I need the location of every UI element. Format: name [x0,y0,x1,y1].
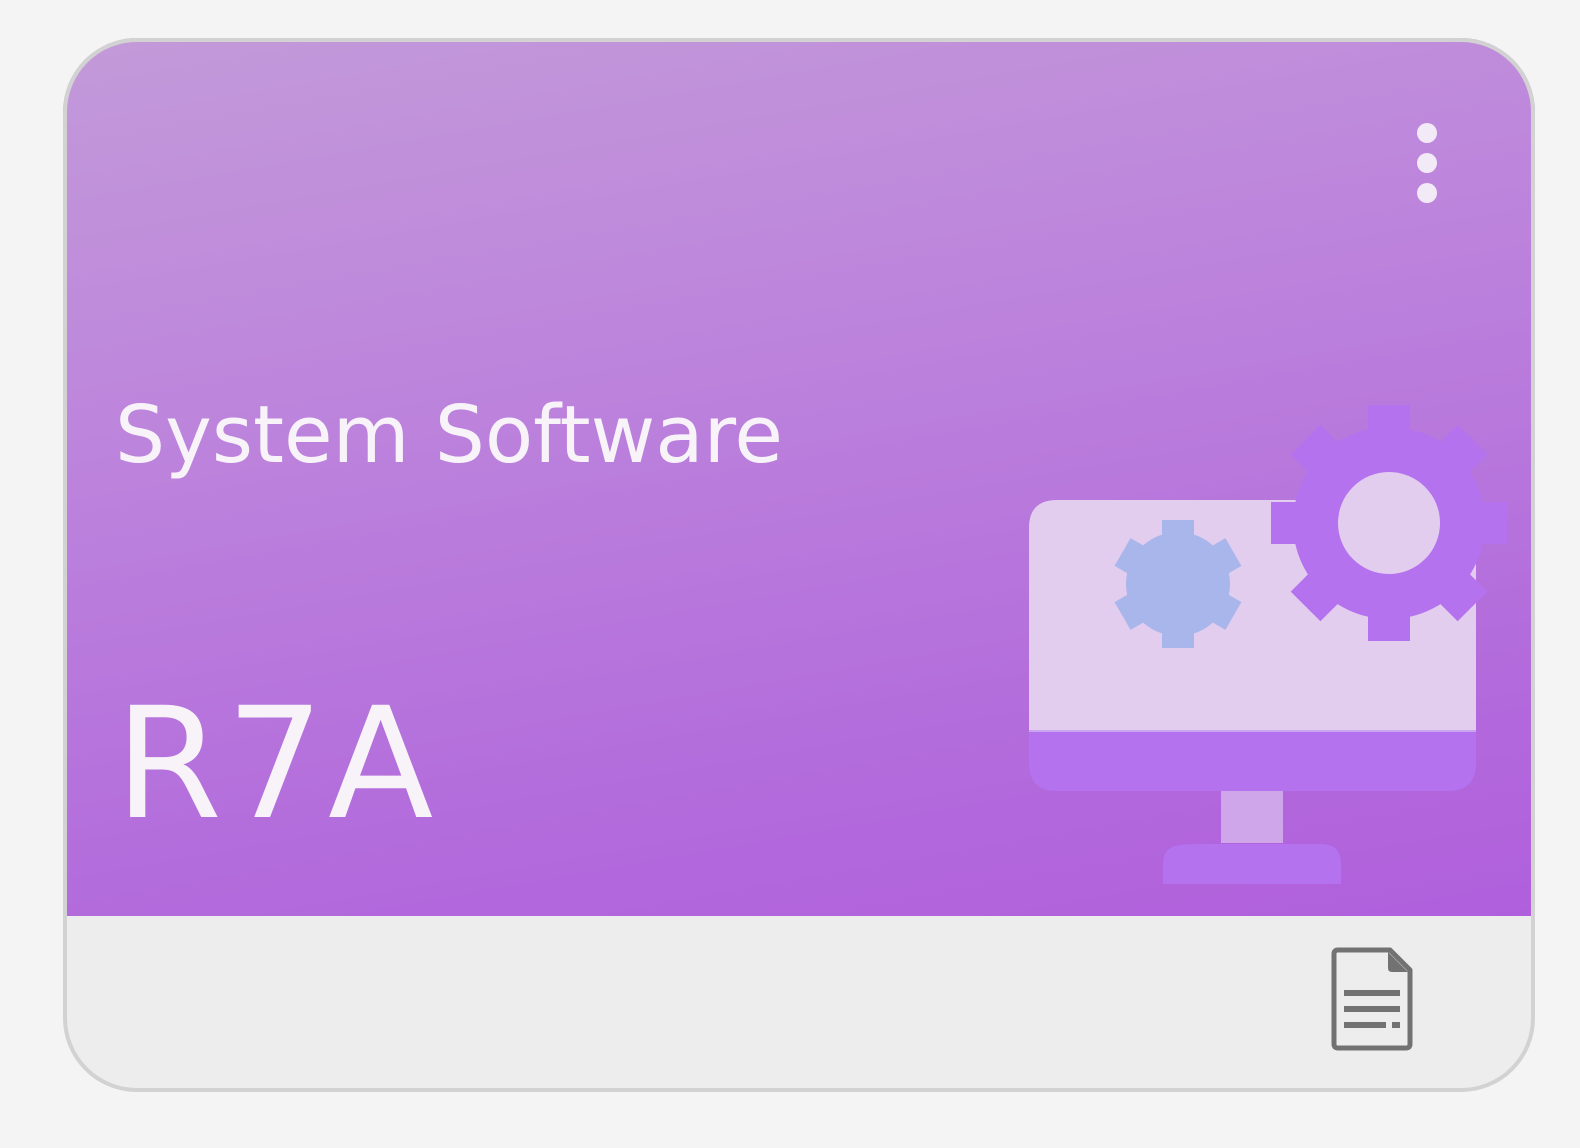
course-code: R7A [115,675,438,854]
more-options-button[interactable] [1407,118,1447,208]
course-title: System Software [115,389,783,481]
course-card[interactable]: System Software R7A [63,38,1535,1092]
document-icon[interactable] [1330,946,1416,1052]
monitor-gears-icon [1029,405,1507,884]
more-vertical-icon [1417,123,1437,143]
course-banner: System Software R7A [63,38,1535,916]
